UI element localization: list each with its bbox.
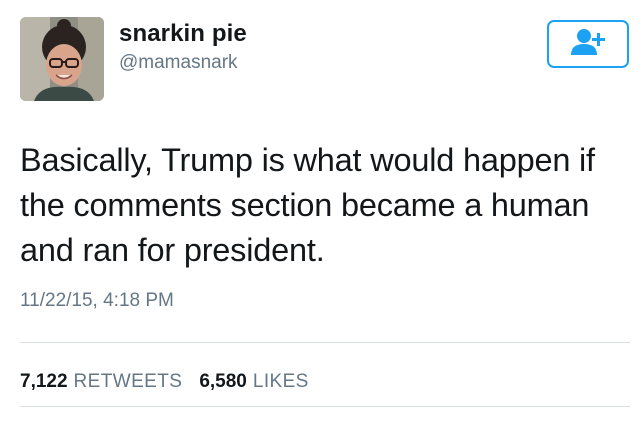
likes-stat[interactable]: 6,580 LIKES [199, 371, 308, 393]
tweet-text: Basically, Trump is what would happen if… [20, 138, 625, 273]
tweet-text-line: and ran for president. [20, 232, 325, 268]
likes-label: LIKES [252, 371, 309, 392]
display-name[interactable]: snarkin pie [119, 20, 247, 48]
retweets-count: 7,122 [20, 371, 68, 392]
divider [20, 406, 630, 407]
tweet-text-line: the comments section became a human [20, 187, 590, 223]
avatar[interactable] [20, 17, 104, 101]
retweets-stat[interactable]: 7,122 RETWEETS [20, 371, 182, 393]
tweet-text-line: Basically, Trump is what would happen if [20, 142, 595, 178]
avatar-image [20, 17, 104, 101]
follow-button[interactable] [547, 20, 629, 68]
likes-count: 6,580 [199, 371, 247, 392]
divider [20, 342, 630, 343]
tweet-timestamp[interactable]: 11/22/15, 4:18 PM [20, 290, 174, 312]
tweet-card: snarkin pie @mamasnark Basically, Trump … [0, 0, 640, 427]
retweets-label: RETWEETS [73, 371, 183, 392]
add-user-icon [568, 27, 608, 62]
tweet-stats: 7,122 RETWEETS 6,580 LIKES [20, 371, 309, 393]
user-handle[interactable]: @mamasnark [119, 52, 238, 74]
